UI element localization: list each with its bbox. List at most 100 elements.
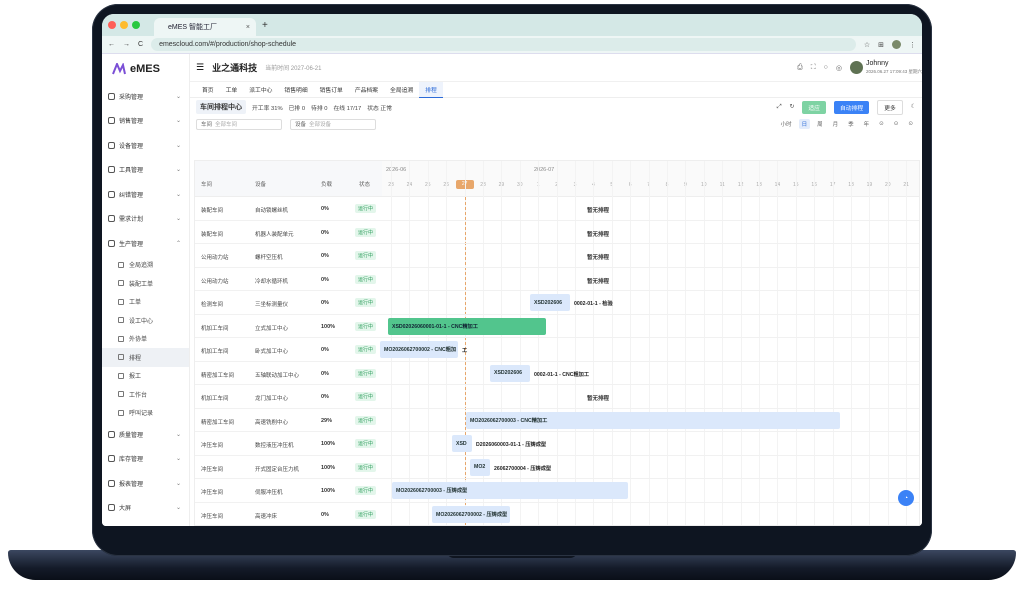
language-icon[interactable]: ◎ bbox=[836, 64, 842, 72]
back-icon[interactable]: ← bbox=[108, 41, 115, 48]
table-row[interactable]: 冲压车间 高速冲床 0% 运行中 MO2026062700002 - 压铸成型 bbox=[195, 503, 919, 526]
device-select[interactable]: 设备 全部设备 bbox=[290, 118, 376, 130]
nav-tab[interactable]: 工单 bbox=[220, 85, 244, 94]
forward-icon[interactable]: → bbox=[123, 41, 130, 48]
table-row[interactable]: 精密加工车间 五轴联动加工中心 0% 运行中 XSD202606 0002-01-1 - … bbox=[195, 362, 919, 385]
table-row[interactable]: 机加工车间 立式加工中心 100% 运行中 XSD02026060001-01-1 - … bbox=[195, 315, 919, 338]
table-row[interactable]: 公用动力站 冷却水循环机 0% 运行中 暂无排程 bbox=[195, 268, 919, 291]
sidebar-item[interactable]: 大屏 ⌄ bbox=[102, 496, 189, 521]
browser-tab[interactable]: eMES 智能工厂 × bbox=[154, 18, 256, 36]
expand-icon[interactable]: ⤢ bbox=[777, 104, 782, 111]
print-icon[interactable]: ⎙ bbox=[797, 64, 803, 72]
sidebar-item[interactable]: 质量管理 ⌄ bbox=[102, 422, 189, 447]
sidebar-subitem[interactable]: 工作台 bbox=[102, 385, 189, 404]
sidebar-item[interactable]: 采购管理 ⌄ bbox=[102, 84, 189, 109]
nav-tab[interactable]: 销售明细 bbox=[278, 85, 313, 94]
table-row[interactable]: 精密加工车间 高速铣削中心 29% 运行中 MO2026062700003 - CNC精… bbox=[195, 409, 919, 432]
sidebar-item[interactable]: 需求计划 ⌄ bbox=[102, 207, 189, 232]
more-button[interactable]: 更多 bbox=[877, 99, 903, 115]
schedule-bar[interactable]: XSD02026060001-01-1 - CNC精加工 bbox=[388, 317, 546, 335]
sidebar-item[interactable]: 库存管理 ⌄ bbox=[102, 447, 189, 472]
col-status[interactable]: 状态 bbox=[359, 180, 370, 188]
menu-toggle-icon[interactable]: ☰ bbox=[196, 62, 204, 73]
window-controls[interactable] bbox=[108, 21, 140, 29]
menu-icon bbox=[108, 504, 115, 512]
view-5[interactable]: 年 bbox=[861, 119, 873, 129]
bookmark-icon[interactable]: ☆ bbox=[864, 41, 870, 49]
load-cell: 0% bbox=[321, 300, 329, 306]
nav-tab[interactable]: 排程 bbox=[419, 81, 443, 98]
sidebar-subitem[interactable]: 外协单 bbox=[102, 330, 189, 349]
sidebar-subitem[interactable]: 设工中心 bbox=[102, 311, 189, 330]
user-menu[interactable]: Johnny 2026.06.27 17:09:43 星期六 bbox=[849, 60, 922, 76]
notification-icon[interactable]: ○ bbox=[824, 64, 828, 71]
reset-icon[interactable]: ⊙ bbox=[905, 120, 916, 128]
col-device[interactable]: 设备 bbox=[255, 180, 266, 188]
reload-icon[interactable]: C bbox=[138, 41, 143, 48]
table-row[interactable]: 冲压车间 数控液压冲压机 100% 运行中 XSD D2026060003-01-1 - … bbox=[195, 432, 919, 456]
device-cell: 机器人装配单元 bbox=[255, 231, 294, 238]
theme-icon[interactable]: ☾ bbox=[911, 104, 916, 110]
auto-schedule-button[interactable]: 自动排程 bbox=[833, 100, 870, 114]
menu-icon[interactable]: ⋮ bbox=[909, 41, 916, 49]
view-3[interactable]: 月 bbox=[830, 119, 842, 129]
sidebar-subitem[interactable]: 工单 bbox=[102, 293, 189, 312]
refresh-icon[interactable]: ↻ bbox=[790, 104, 795, 110]
zoom-window-button[interactable] bbox=[132, 21, 140, 29]
sidebar-subitem[interactable]: 装配工单 bbox=[102, 274, 189, 293]
view-0[interactable]: 小时 bbox=[778, 119, 795, 129]
logo-icon bbox=[112, 63, 126, 75]
table-row[interactable]: 装配车间 自动锁螺丝机 0% 运行中 暂无排程 bbox=[195, 197, 919, 221]
fit-button[interactable]: 适应 bbox=[802, 100, 826, 114]
schedule-bar[interactable]: MO2026062700003 - CNC精加工 bbox=[466, 411, 840, 429]
nav-tab[interactable]: 销售订单 bbox=[314, 85, 349, 94]
extensions-icon[interactable]: ⊞ bbox=[878, 41, 884, 49]
view-2[interactable]: 周 bbox=[814, 119, 826, 129]
sidebar-item[interactable]: 销售管理 ⌄ bbox=[102, 109, 189, 134]
new-tab-button[interactable]: + bbox=[262, 20, 268, 31]
zoom-out-icon[interactable]: ⊙ bbox=[876, 120, 887, 128]
schedule-bar[interactable]: XSD202606 bbox=[530, 294, 570, 311]
sidebar-subitem[interactable]: 报工 bbox=[102, 367, 189, 386]
chat-icon[interactable]: ◔ bbox=[898, 490, 914, 506]
sidebar-subitem[interactable]: 排程 bbox=[102, 348, 189, 367]
view-1[interactable]: 日 bbox=[798, 119, 811, 129]
stats-group: 开工率 31% 已排 0 待排 0 在线 17/17 状态 正常 bbox=[252, 103, 398, 112]
zoom-in-icon[interactable]: ⊙ bbox=[891, 120, 902, 128]
col-load[interactable]: 负载 bbox=[321, 180, 332, 188]
table-row[interactable]: 装配车间 机器人装配单元 0% 运行中 暂无排程 bbox=[195, 221, 919, 244]
workshop-select[interactable]: 车间 全部车间 bbox=[196, 118, 282, 130]
schedule-bar[interactable]: MO2026062700002 - CNC粗加 bbox=[380, 341, 458, 358]
table-row[interactable]: 机加工车间 龙门加工中心 0% 运行中 暂无排程 bbox=[195, 385, 919, 409]
table-row[interactable]: 冲压车间 伺服冲压机 100% 运行中 MO2026062700003 - 压铸成型 bbox=[195, 479, 919, 503]
sidebar-subitem[interactable]: 呼叫记录 bbox=[102, 404, 189, 423]
view-4[interactable]: 季 bbox=[845, 119, 857, 129]
table-row[interactable]: 公用动力站 螺杆空压机 0% 运行中 暂无排程 bbox=[195, 244, 919, 268]
col-workshop[interactable]: 车间 bbox=[201, 180, 212, 188]
app-logo[interactable]: eMES bbox=[102, 54, 189, 84]
nav-tab[interactable]: 产品档案 bbox=[349, 85, 384, 94]
sidebar-item[interactable]: 设备管理 ⌄ bbox=[102, 133, 189, 158]
nav-tab[interactable]: 全局追溯 bbox=[384, 85, 419, 94]
sidebar-item[interactable]: 生产管理 ⌃ bbox=[102, 231, 189, 256]
schedule-bar[interactable]: MO2026062700002 - 压铸成型 bbox=[432, 505, 510, 523]
schedule-bar[interactable]: XSD bbox=[452, 435, 472, 452]
schedule-bar[interactable]: XSD202606 bbox=[490, 364, 530, 382]
url-field[interactable]: emescloud.com/#/production/shop-schedule bbox=[151, 38, 856, 51]
sidebar-item[interactable]: 报表管理 ⌄ bbox=[102, 471, 189, 496]
nav-tab[interactable]: 派工中心 bbox=[243, 85, 278, 94]
schedule-bar[interactable]: MO2 bbox=[470, 458, 490, 476]
minimize-window-button[interactable] bbox=[120, 21, 128, 29]
sidebar-item[interactable]: 纠错管理 ⌄ bbox=[102, 182, 189, 207]
profile-avatar[interactable] bbox=[892, 40, 901, 49]
table-row[interactable]: 机加工车间 卧式加工中心 0% 运行中 MO2026062700002 - CNC粗加工 bbox=[195, 338, 919, 362]
table-row[interactable]: 检测车间 三坐标测量仪 0% 运行中 XSD202606 0002-01-1 - 检验 bbox=[195, 291, 919, 315]
table-row[interactable]: 冲压车间 开式固定台压力机 100% 运行中 MO2 26062700004 - 压铸成型 bbox=[195, 456, 919, 479]
close-window-button[interactable] bbox=[108, 21, 116, 29]
fullscreen-icon[interactable]: ⛶ bbox=[811, 64, 816, 72]
sidebar-item[interactable]: 工具管理 ⌄ bbox=[102, 158, 189, 183]
nav-tab[interactable]: 首页 bbox=[196, 85, 220, 94]
close-tab-icon[interactable]: × bbox=[246, 24, 250, 31]
sidebar-subitem[interactable]: 全局追溯 bbox=[102, 256, 189, 275]
schedule-bar[interactable]: MO2026062700003 - 压铸成型 bbox=[392, 482, 628, 499]
